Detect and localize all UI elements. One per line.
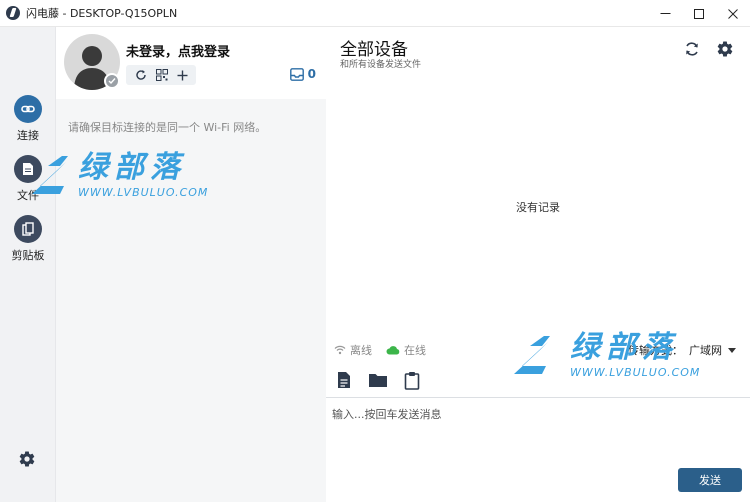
inbox-count: 0 — [307, 67, 316, 81]
inbox-icon — [289, 67, 304, 81]
online-label: 在线 — [404, 344, 426, 357]
check-icon — [108, 78, 116, 85]
left-nav-rail: 连接 文件 剪贴板 — [0, 27, 56, 502]
page-subtitle: 和所有设备发送文件 — [340, 60, 422, 70]
watermark-logo: 绿部落 WWW.LVBULUO.COM — [30, 152, 208, 199]
watermark-cn-2: 绿部落 — [570, 330, 678, 365]
close-icon — [728, 8, 738, 19]
login-prompt[interactable]: 未登录，点我登录 — [126, 41, 230, 60]
qr-code-icon — [155, 68, 168, 81]
device-panel: 未登录，点我登录 0 请确保目标连接的是同一个 Wi-Fi 网络。 — [56, 27, 326, 502]
gear-icon — [19, 451, 35, 467]
message-input[interactable] — [332, 406, 732, 466]
nav-item-connect[interactable]: 连接 — [0, 95, 56, 143]
minimize-button[interactable] — [648, 0, 682, 27]
sync-button[interactable] — [683, 40, 701, 58]
watermark-logo-2: 绿部落 WWW.LVBULUO.COM — [512, 332, 700, 379]
gear-icon — [717, 41, 733, 57]
minimize-icon — [660, 13, 670, 14]
clipboard-icon — [404, 371, 420, 390]
inbox-button[interactable]: 0 — [289, 67, 316, 81]
nav-label-connect: 连接 — [17, 129, 39, 142]
watermark-z-icon — [514, 336, 550, 374]
send-button[interactable]: 发送 — [678, 468, 742, 492]
watermark-en-2: WWW.LVBULUO.COM — [570, 366, 701, 379]
close-button[interactable] — [716, 0, 750, 27]
cloud-icon — [386, 346, 400, 355]
add-device-button[interactable] — [177, 66, 188, 85]
composer-toolbar — [334, 370, 422, 390]
rail-settings-button[interactable] — [18, 450, 36, 472]
nav-label-clipboard: 剪贴板 — [11, 249, 45, 262]
user-toolbar — [126, 65, 196, 85]
send-file-button[interactable] — [334, 370, 354, 390]
settings-button[interactable] — [716, 40, 734, 58]
send-clipboard-button[interactable] — [402, 370, 422, 390]
watermark-cn: 绿部落 — [78, 150, 186, 185]
message-composer: 发送 — [326, 397, 750, 502]
sync-icon — [686, 42, 698, 56]
app-logo-icon — [6, 6, 20, 20]
watermark-en: WWW.LVBULUO.COM — [78, 186, 209, 199]
plus-icon — [177, 70, 187, 80]
link-icon — [14, 95, 42, 123]
watermark-text-block-2: 绿部落 WWW.LVBULUO.COM — [570, 330, 701, 380]
device-status-legend: 离线 在线 — [334, 342, 426, 358]
login-status-badge — [104, 73, 120, 89]
user-card: 未登录，点我登录 0 — [56, 27, 326, 99]
window-controls — [648, 0, 750, 27]
maximize-button[interactable] — [682, 0, 716, 27]
dropdown-caret-icon — [728, 347, 736, 353]
main-panel: 全部设备 和所有设备发送文件 没有记录 离线 在线 传输方式： 广域网 输入..… — [326, 27, 750, 502]
refresh-icon — [135, 69, 146, 80]
refresh-button[interactable] — [135, 66, 147, 85]
wifi-hint: 请确保目标连接的是同一个 Wi-Fi 网络。 — [68, 121, 267, 134]
document-icon — [338, 372, 350, 388]
maximize-icon — [694, 8, 704, 19]
folder-icon — [369, 374, 387, 387]
wifi-icon — [334, 345, 346, 355]
offline-label: 离线 — [350, 344, 372, 357]
clipboard-icon — [14, 215, 42, 243]
watermark-text-block: 绿部落 WWW.LVBULUO.COM — [78, 150, 209, 200]
qr-code-button[interactable] — [155, 66, 168, 85]
nav-item-clipboard[interactable]: 剪贴板 — [0, 215, 56, 263]
title-bar: 闪电藤 - DESKTOP-Q15OPLN — [0, 0, 750, 27]
window-title: 闪电藤 - DESKTOP-Q15OPLN — [26, 7, 178, 20]
watermark-z-icon — [32, 156, 68, 194]
send-folder-button[interactable] — [368, 370, 388, 390]
empty-state-text: 没有记录 — [516, 201, 560, 214]
